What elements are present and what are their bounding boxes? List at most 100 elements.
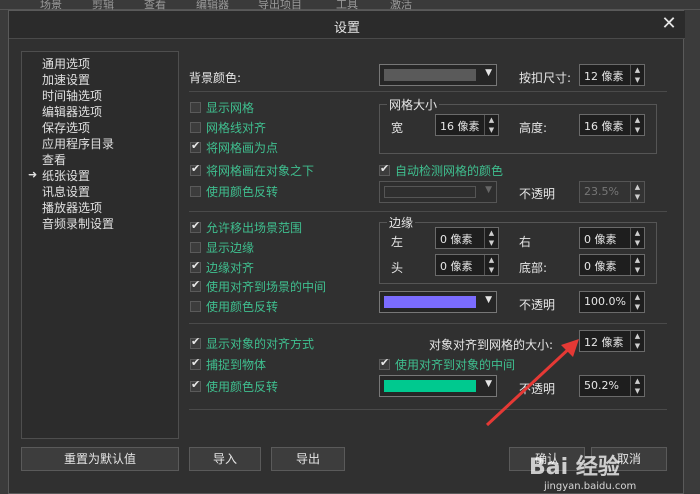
up-icon[interactable]: ▲ — [631, 228, 644, 238]
annotation-arrow-icon — [485, 339, 579, 427]
stepper-arrows[interactable]: ▲ ▼ — [484, 255, 498, 275]
edge-snap-checkbox[interactable] — [190, 259, 201, 273]
margin-bottom-stepper[interactable]: 0 像素 ▲ ▼ — [579, 254, 645, 276]
margin-opacity-label: 不透明 — [519, 298, 556, 312]
margin-invert-checkbox[interactable] — [190, 301, 201, 312]
grid-invert-label: 使用颜色反转 — [206, 185, 279, 199]
nav-item-player[interactable]: 播放器选项 — [42, 200, 102, 216]
stepper-arrows[interactable]: ▲ ▼ — [484, 228, 498, 248]
object-invert-checkbox[interactable] — [190, 378, 201, 392]
grid-width-value: 16 像素 — [440, 120, 480, 133]
grid-dots-checkbox[interactable] — [190, 139, 201, 153]
down-icon[interactable]: ▼ — [485, 238, 498, 248]
show-object-align-checkbox[interactable] — [190, 335, 201, 349]
stepper-arrows[interactable]: ▲ ▼ — [630, 228, 644, 248]
up-icon[interactable]: ▲ — [485, 255, 498, 265]
grid-width-label: 宽 — [391, 121, 404, 135]
stepper-arrows[interactable]: ▲ ▼ — [630, 115, 644, 135]
watermark-url: jingyan.baidu.com — [544, 481, 637, 492]
grid-snap-checkbox[interactable] — [190, 122, 201, 133]
allow-out-of-scene-checkbox[interactable] — [190, 219, 201, 233]
up-icon[interactable]: ▲ — [631, 292, 644, 302]
chevron-down-icon: ▼ — [485, 185, 492, 195]
up-icon[interactable]: ▲ — [631, 376, 644, 386]
button-size-value: 12 像素 — [584, 70, 624, 83]
grid-below-checkbox[interactable] — [190, 162, 201, 176]
nav-item-general[interactable]: 通用选项 — [42, 56, 90, 72]
up-icon[interactable]: ▲ — [631, 115, 644, 125]
margin-top-stepper[interactable]: 0 像素 ▲ ▼ — [435, 254, 499, 276]
settings-nav: 通用选项 加速设置 时间轴选项 编辑器选项 保存选项 应用程序目录 查看 ➜ 纸… — [21, 51, 179, 439]
dialog-title: 设置 — [333, 21, 360, 36]
down-icon[interactable]: ▼ — [631, 265, 644, 275]
down-icon[interactable]: ▼ — [631, 238, 644, 248]
nav-item-app-directory[interactable]: 应用程序目录 — [42, 136, 114, 152]
stepper-arrows[interactable]: ▲ ▼ — [630, 331, 644, 351]
up-icon[interactable]: ▲ — [631, 331, 644, 341]
stepper-arrows[interactable]: ▲ ▼ — [630, 65, 644, 85]
down-icon[interactable]: ▼ — [485, 265, 498, 275]
margin-bottom-label: 底部: — [519, 261, 548, 275]
chevron-down-icon: ▼ — [485, 68, 492, 78]
auto-detect-grid-color-checkbox[interactable] — [379, 162, 390, 176]
stepper-arrows[interactable]: ▲ ▼ — [630, 376, 644, 396]
nav-item-editor[interactable]: 编辑器选项 — [42, 104, 102, 120]
margin-left-stepper[interactable]: 0 像素 ▲ ▼ — [435, 227, 499, 249]
watermark-logo: Bai 经验 — [529, 455, 620, 480]
grid-invert-checkbox[interactable] — [190, 186, 201, 197]
auto-detect-grid-color-label: 自动检测网格的颜色 — [395, 164, 504, 178]
up-icon[interactable]: ▲ — [631, 255, 644, 265]
snap-to-objects-checkbox[interactable] — [190, 356, 201, 370]
nav-item-timeline[interactable]: 时间轴选项 — [42, 88, 102, 104]
show-grid-checkbox[interactable] — [190, 102, 201, 113]
nav-item-paper[interactable]: 纸张设置 — [42, 168, 90, 184]
grid-width-stepper[interactable]: 16 像素 ▲ ▼ — [435, 114, 499, 136]
background-color-dropdown[interactable]: ▼ — [379, 64, 497, 86]
margin-right-stepper[interactable]: 0 像素 ▲ ▼ — [579, 227, 645, 249]
grid-height-stepper[interactable]: 16 像素 ▲ ▼ — [579, 114, 645, 136]
margin-color-dropdown[interactable]: ▼ — [379, 291, 497, 313]
down-icon[interactable]: ▼ — [631, 75, 644, 85]
up-icon[interactable]: ▲ — [631, 182, 644, 192]
down-icon[interactable]: ▼ — [485, 125, 498, 135]
margin-opacity-stepper[interactable]: 100.0% ▲ ▼ — [579, 291, 645, 313]
up-icon[interactable]: ▲ — [485, 228, 498, 238]
app-menu-bar: 场景 剪辑 查看 编辑器 导出项目 工具 激活 — [0, 0, 700, 11]
nav-item-audio-recording[interactable]: 音频录制设置 — [42, 216, 114, 232]
nav-item-messages[interactable]: 讯息设置 — [42, 184, 90, 200]
down-icon[interactable]: ▼ — [631, 302, 644, 312]
down-icon[interactable]: ▼ — [631, 125, 644, 135]
button-size-stepper[interactable]: 12 像素 ▲ ▼ — [579, 64, 645, 86]
nav-item-view[interactable]: 查看 — [42, 152, 66, 168]
background-color-label: 背景颜色: — [189, 71, 242, 85]
reset-defaults-button[interactable]: 重置为默认值 — [21, 447, 179, 471]
up-icon[interactable]: ▲ — [485, 115, 498, 125]
selected-arrow-icon: ➜ — [28, 168, 38, 181]
margin-top-label: 头 — [391, 261, 404, 275]
nav-item-acceleration[interactable]: 加速设置 — [42, 72, 90, 88]
stepper-arrows[interactable]: ▲ ▼ — [484, 115, 498, 135]
close-icon[interactable]: ✕ — [659, 14, 679, 34]
grid-size-title: 网格大小 — [387, 96, 440, 113]
down-icon[interactable]: ▼ — [631, 386, 644, 396]
show-edge-label: 显示边缘 — [206, 241, 255, 255]
down-icon[interactable]: ▼ — [631, 341, 644, 351]
grid-color-dropdown[interactable]: ▼ — [379, 181, 497, 203]
object-opacity-value: 50.2% — [584, 379, 619, 392]
stepper-arrows[interactable]: ▲ ▼ — [630, 182, 644, 202]
margin-opacity-value: 100.0% — [584, 295, 626, 308]
show-edge-checkbox[interactable] — [190, 242, 201, 253]
down-icon[interactable]: ▼ — [631, 192, 644, 202]
stepper-arrows[interactable]: ▲ ▼ — [630, 292, 644, 312]
allow-out-of-scene-label: 允许移出场景范围 — [206, 221, 303, 235]
margin-left-label: 左 — [391, 235, 404, 249]
object-invert-label: 使用颜色反转 — [206, 380, 279, 394]
object-center-snap-checkbox[interactable] — [379, 356, 390, 370]
stepper-arrows[interactable]: ▲ ▼ — [630, 255, 644, 275]
nav-item-save[interactable]: 保存选项 — [42, 120, 90, 136]
import-button[interactable]: 导入 — [189, 447, 261, 471]
export-button[interactable]: 导出 — [271, 447, 345, 471]
scene-center-snap-checkbox[interactable] — [190, 278, 201, 292]
up-icon[interactable]: ▲ — [631, 65, 644, 75]
grid-opacity-stepper[interactable]: 23.5% ▲ ▼ — [579, 181, 645, 203]
